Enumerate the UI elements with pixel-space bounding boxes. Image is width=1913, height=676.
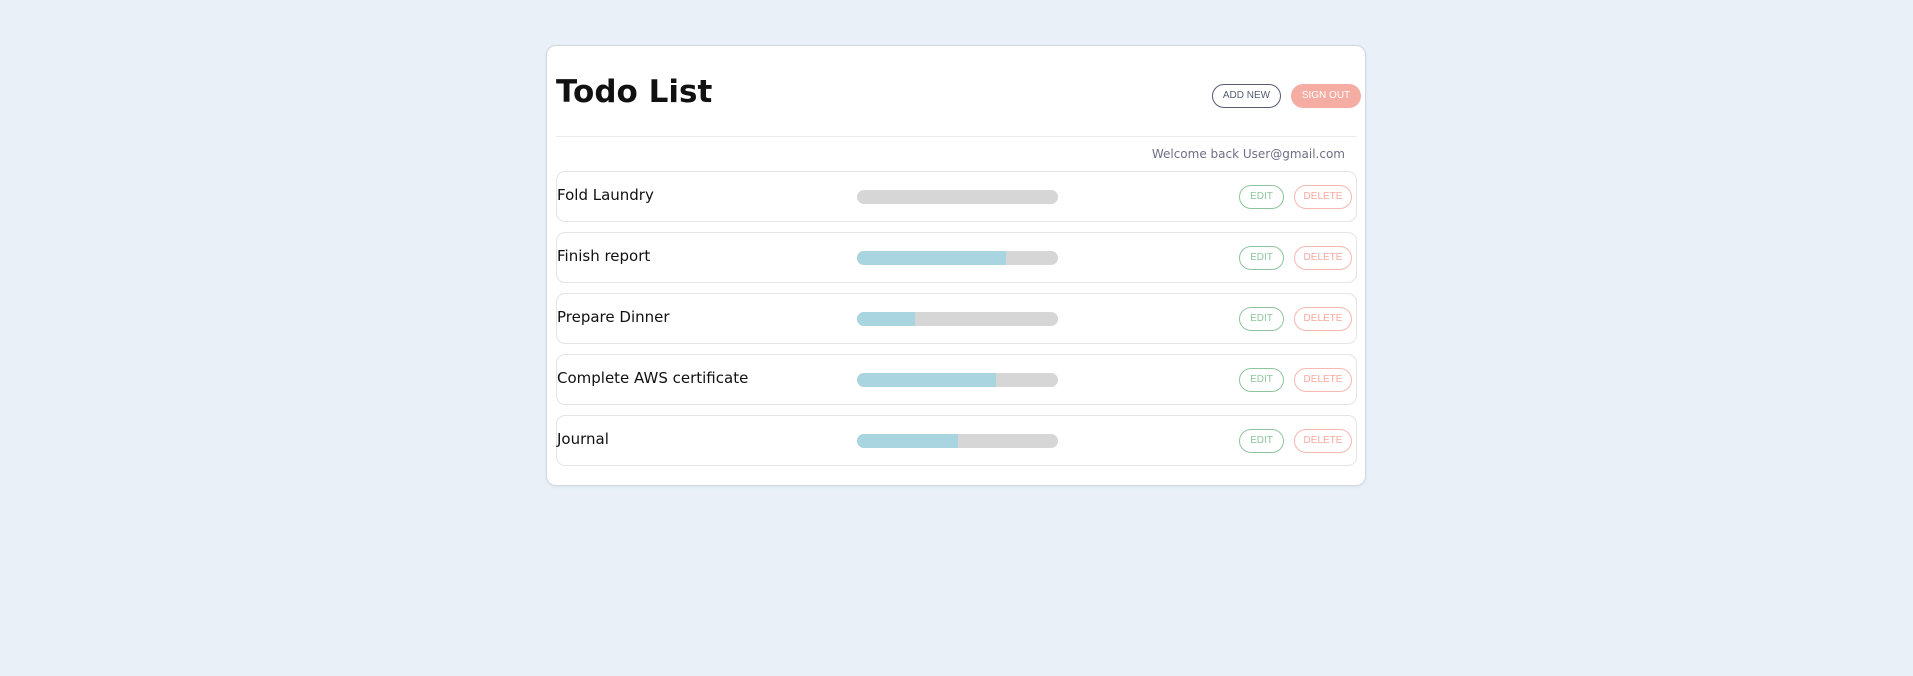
todo-list: Fold Laundry EDIT DELETE Finish report E… (556, 171, 1357, 476)
todo-item: Complete AWS certificate EDIT DELETE (556, 354, 1357, 405)
progress-bar (857, 190, 1058, 204)
todo-name: Prepare Dinner (557, 308, 670, 326)
sign-out-button[interactable]: SIGN OUT (1291, 84, 1361, 108)
todo-item: Fold Laundry EDIT DELETE (556, 171, 1357, 222)
delete-button[interactable]: DELETE (1294, 307, 1352, 331)
edit-button[interactable]: EDIT (1239, 185, 1284, 209)
todo-item: Prepare Dinner EDIT DELETE (556, 293, 1357, 344)
edit-button[interactable]: EDIT (1239, 307, 1284, 331)
progress-bar (857, 312, 1058, 326)
progress-bar (857, 373, 1058, 387)
edit-button[interactable]: EDIT (1239, 368, 1284, 392)
progress-bar (857, 251, 1058, 265)
delete-button[interactable]: DELETE (1294, 368, 1352, 392)
card-header: Todo List ADD NEW SIGN OUT (556, 46, 1361, 137)
todo-card: Todo List ADD NEW SIGN OUT Welcome back … (546, 45, 1366, 486)
progress-fill (857, 434, 958, 448)
progress-fill (857, 251, 1006, 265)
page-title: Todo List (556, 74, 713, 110)
todo-item: Finish report EDIT DELETE (556, 232, 1357, 283)
progress-bar (857, 434, 1058, 448)
edit-button[interactable]: EDIT (1239, 246, 1284, 270)
todo-item: Journal EDIT DELETE (556, 415, 1357, 466)
welcome-message: Welcome back User@gmail.com (1151, 147, 1345, 161)
progress-fill (857, 373, 996, 387)
todo-name: Journal (557, 430, 609, 448)
edit-button[interactable]: EDIT (1239, 429, 1284, 453)
delete-button[interactable]: DELETE (1294, 185, 1352, 209)
progress-fill (857, 312, 916, 326)
delete-button[interactable]: DELETE (1294, 429, 1352, 453)
todo-name: Complete AWS certificate (557, 369, 749, 387)
todo-name: Finish report (557, 247, 651, 265)
add-new-button[interactable]: ADD NEW (1212, 84, 1281, 108)
todo-name: Fold Laundry (557, 186, 654, 204)
delete-button[interactable]: DELETE (1294, 246, 1352, 270)
